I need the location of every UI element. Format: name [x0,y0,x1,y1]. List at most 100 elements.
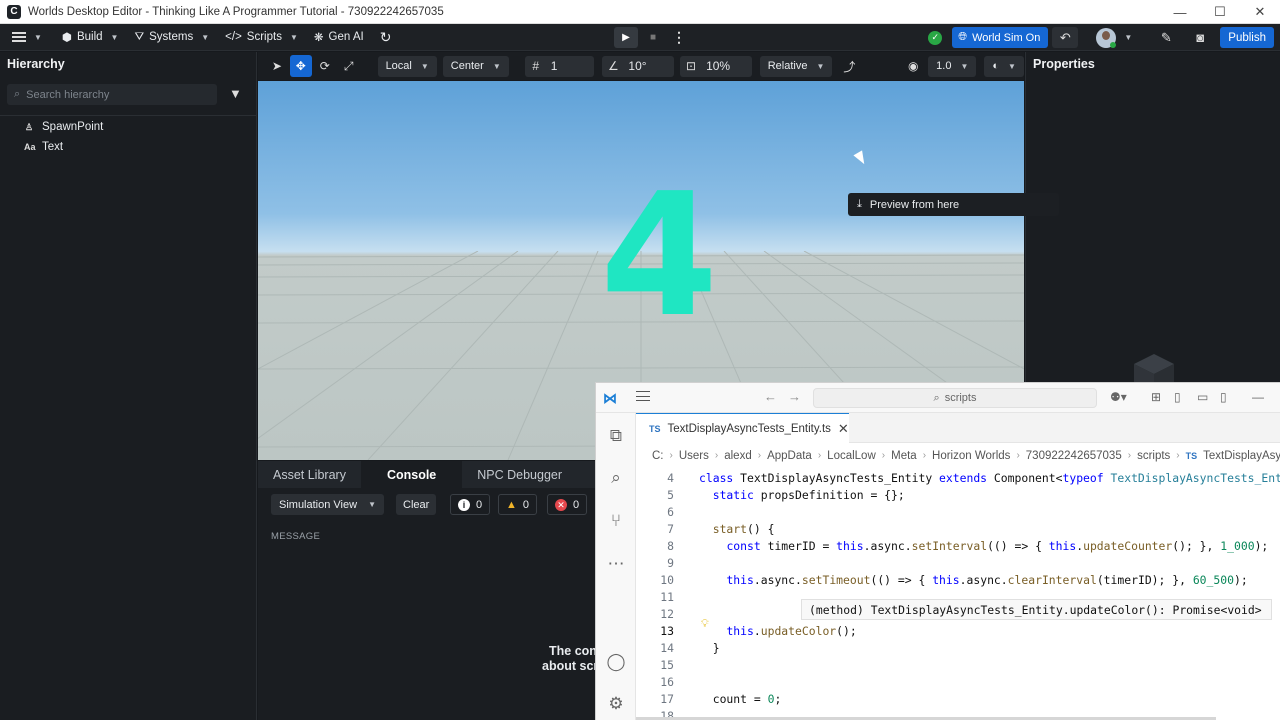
grid-snap-field[interactable]: # 1 [524,55,595,77]
search-placeholder: Search hierarchy [26,88,110,101]
forward-arrow-icon[interactable]: → [788,389,801,404]
tab-npc-debugger[interactable]: NPC Debugger [462,461,577,488]
close-tab-icon[interactable]: ✕ [838,421,849,437]
tab-asset-library[interactable]: Asset Library [258,461,361,488]
publish-button[interactable]: Publish [1220,27,1274,48]
breadcrumb-item[interactable]: TextDisplayAsyncT [1203,450,1280,462]
code-line[interactable]: count = 0; [699,692,782,706]
vr-preview-button[interactable]: ◙ [1186,27,1214,48]
minimize-button[interactable]: — [1160,0,1200,24]
select-tool-icon[interactable]: ➤ [266,55,288,77]
toggle-sidebar-icon[interactable]: ▯ [1174,390,1181,404]
back-arrow-icon[interactable]: ← [764,389,777,404]
refresh-button[interactable]: ↻ [372,24,400,51]
code-line[interactable]: this.async.setTimeout(() => { this.async… [699,573,1247,587]
gen-ai-menu[interactable]: ❋ Gen AI [306,24,372,51]
tools-button[interactable]: ✎ [1154,27,1178,48]
code-line[interactable]: this.updateColor(); [699,624,856,638]
tab-console[interactable]: Console [360,461,463,488]
app-logo-icon: C [7,4,21,19]
breadcrumb-separator-icon: › [714,450,719,461]
breadcrumb-item[interactable]: Horizon Worlds [932,450,1010,462]
chevron-down-icon: ▼ [368,500,376,509]
surface-snap-icon[interactable]: ⤴ [838,55,860,77]
mouse-cursor-icon [853,150,869,167]
editor-tab-active[interactable]: TS TextDisplayAsyncTests_Entity.ts ✕ [636,413,849,443]
build-label: Build [76,31,103,43]
main-menu-button[interactable]: ▼ [0,24,50,51]
camera-icon[interactable]: ◉ [902,55,924,77]
simulation-view-select[interactable]: Simulation View ▼ [271,494,384,515]
info-icon: i [458,498,470,511]
breadcrumb-item[interactable]: scripts [1137,450,1170,462]
scripts-menu[interactable]: </> Scripts ▼ [217,24,306,51]
properties-title: Properties [1033,57,1095,71]
space-select[interactable]: Local ▼ [377,55,437,77]
close-button[interactable]: ✕ [1240,0,1280,24]
move-tool-icon[interactable]: ✥ [289,55,312,77]
vscode-logo-icon: ⋈ [603,390,617,406]
vscode-minimize-button[interactable]: — [1252,390,1264,404]
maximize-button[interactable]: ☐ [1200,0,1240,24]
breadcrumb-item[interactable]: C: [652,450,664,462]
hierarchy-item-spawnpoint[interactable]: ♙ SpawnPoint [24,121,103,133]
hierarchy-search-input[interactable]: ⌕ Search hierarchy [7,84,217,105]
toggle-secondary-sidebar-icon[interactable]: ▯ [1220,390,1227,404]
error-filter-button[interactable]: ✕ 0 [547,494,588,515]
chevron-down-icon: ▼ [816,61,825,71]
warning-filter-button[interactable]: ▲ 0 [498,494,538,515]
code-editor[interactable]: 4 5 6 7 8 9 10 11 12 13 14 15 16 17 18 class TextDispl… [636,469,1280,720]
camera-speed-select[interactable]: 1.0 ▼ [928,55,977,77]
stop-button[interactable]: ■ [642,27,664,48]
code-line[interactable]: class TextDisplayAsyncTests_Entity exten… [699,471,1280,485]
breadcrumb-item[interactable]: 730922242657035 [1026,450,1122,462]
viewport-toolbar: ➤ ✥ ⟳ ⤢ Local ▼ Center ▼ # 1 ∠ 10° ⊡ 10% R… [258,52,1024,80]
breadcrumb-item[interactable]: Meta [891,450,917,462]
play-button[interactable]: ▶ [614,27,638,48]
breadcrumb-item[interactable]: Users [679,450,709,462]
systems-menu[interactable]: ⛛ Systems ▼ [126,24,217,51]
toggle-panel-icon[interactable]: ▭ [1197,390,1208,404]
breadcrumb-item[interactable]: AppData [767,450,812,462]
copilot-icon[interactable]: ⚉▾ [1110,390,1127,404]
properties-panel: Properties [1025,52,1280,382]
more-options-button[interactable]: ⋮ [668,27,690,48]
breadcrumb-item[interactable]: alexd [724,450,752,462]
explorer-icon[interactable]: ⧉ [605,425,627,447]
code-line[interactable]: static propsDefinition = {}; [699,488,905,502]
layout-customize-icon[interactable]: ⊞ [1151,390,1161,404]
world-text-entity[interactable]: 4 [600,171,718,341]
breadcrumb-item[interactable]: LocalLow [827,450,876,462]
editor-tabs: TS TextDisplayAsyncTests_Entity.ts ✕ [636,413,1280,443]
gen-ai-label: Gen AI [328,31,364,43]
rotation-snap-field[interactable]: ∠ 10° [602,55,675,77]
camera-speed-value: 1.0 [936,60,952,72]
vscode-menu-icon[interactable] [636,391,650,401]
preview-from-here-menu-item[interactable]: ⤓ Preview from here [848,193,1059,216]
render-mode-select[interactable]: ◐ ▼ [984,55,1024,77]
code-line[interactable]: } [699,641,720,655]
reset-button[interactable]: ↶ [1052,27,1079,48]
wand-icon: ✎ [1160,29,1172,45]
lightbulb-icon[interactable]: 💡︎ [701,617,709,631]
command-center-search[interactable]: ⌕ scripts [813,388,1097,408]
scale-snap-field[interactable]: ⊡ 10% [680,55,752,77]
account-chevron-icon[interactable]: ▼ [1124,33,1132,42]
filter-icon[interactable]: ▼ [229,87,243,101]
pivot-select[interactable]: Center ▼ [442,55,509,77]
info-filter-button[interactable]: i 0 [450,494,491,515]
kebab-icon: ⋮ [672,29,686,45]
empty-selection-cube-icon [1134,354,1174,382]
code-line[interactable]: const timerID = this.async.setInterval((… [699,539,1268,553]
scripts-label: Scripts [246,31,282,43]
build-menu[interactable]: ⬢ Build ▼ [54,24,127,51]
chevron-down-icon: ▼ [1008,61,1016,71]
code-line[interactable]: start() { [699,522,775,536]
mode-select[interactable]: Relative ▼ [759,55,833,77]
rotate-tool-icon[interactable]: ⟳ [314,55,336,77]
clear-console-button[interactable]: Clear [396,494,437,515]
breadcrumb-separator-icon: › [881,450,886,461]
scale-tool-icon[interactable]: ⤢ [338,55,360,77]
world-sim-toggle[interactable]: 🌐︎ World Sim On [952,27,1049,48]
hierarchy-item-text[interactable]: Aa Text [24,141,63,153]
